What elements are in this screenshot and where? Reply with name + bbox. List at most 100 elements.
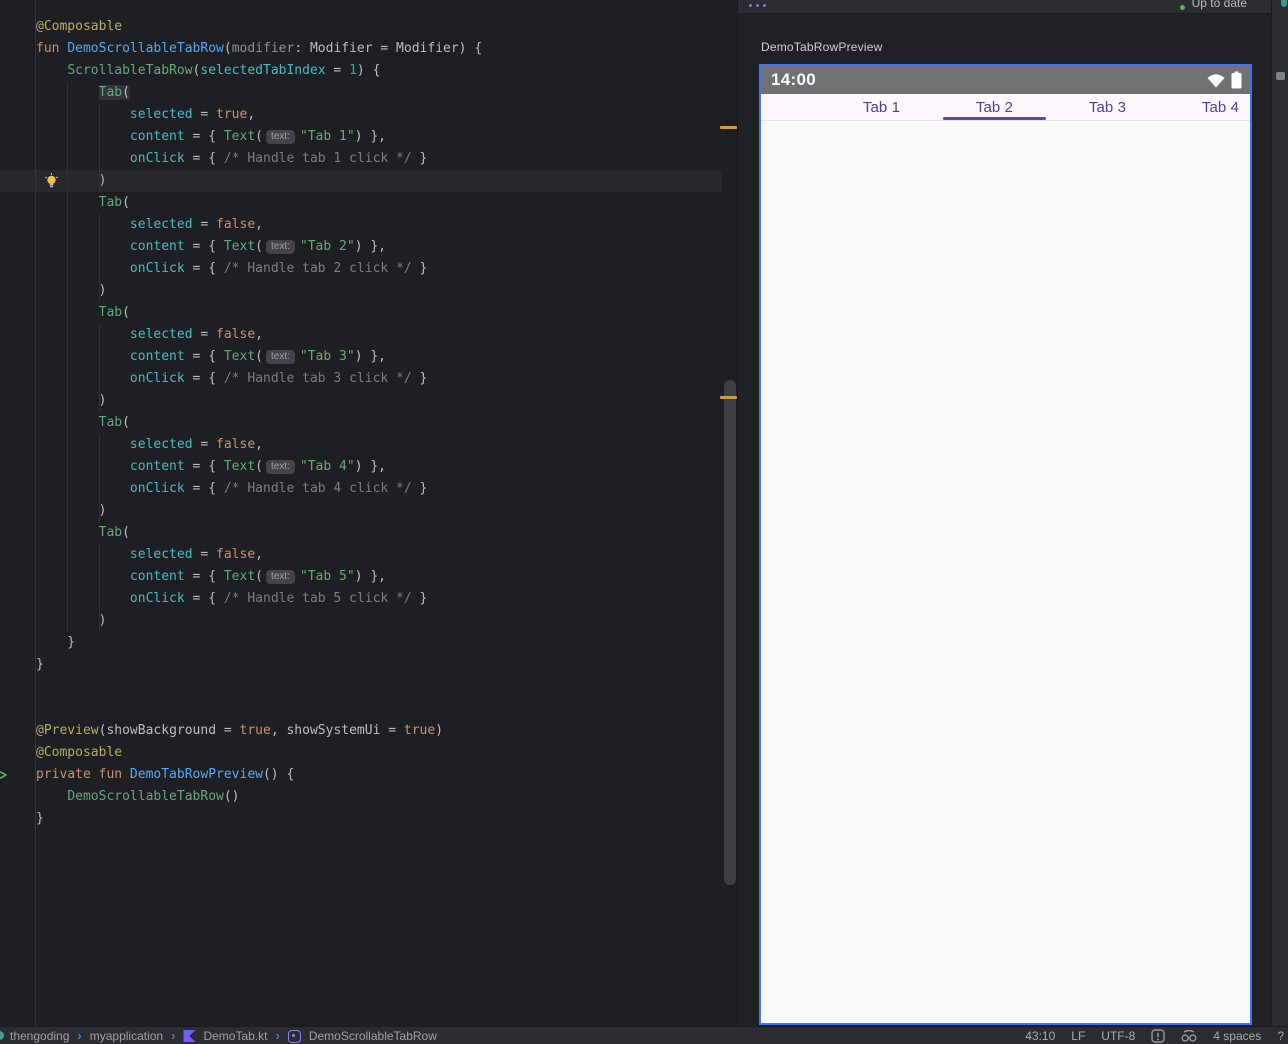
code-token: = { — [185, 569, 224, 584]
code-line[interactable]: content = { Text(text:"Tab 1") }, — [36, 126, 482, 148]
code-token: ( — [122, 195, 130, 210]
code-line[interactable]: ) — [36, 280, 482, 302]
code-line[interactable]: } — [36, 808, 482, 830]
code-token — [36, 371, 130, 386]
cut-status-widget[interactable]: ? — [1277, 1029, 1284, 1043]
code-token: = — [193, 327, 216, 342]
intention-lightbulb-icon[interactable] — [44, 173, 59, 189]
code-token — [36, 591, 130, 606]
code-line[interactable]: @Preview(showBackground = true, showSyst… — [36, 720, 482, 742]
breadcrumb-module[interactable]: myapplication — [90, 1029, 163, 1043]
code-line[interactable]: Tab( — [36, 302, 482, 324]
code-editor[interactable]: @Composablefun DemoScrollableTabRow(modi… — [0, 0, 737, 1026]
chevron-right-icon: › — [77, 1031, 81, 1041]
inlay-hint: text: — [266, 240, 295, 254]
code-line[interactable]: onClick = { /* Handle tab 3 click */ } — [36, 368, 482, 390]
code-token: , — [255, 327, 263, 342]
preview-name-label[interactable]: DemoTabRowPreview — [761, 40, 882, 54]
code-line[interactable]: @Composable — [36, 16, 482, 38]
code-line[interactable]: @Composable — [36, 742, 482, 764]
code-line[interactable]: } — [36, 632, 482, 654]
code-token: (showBackground = — [99, 723, 240, 738]
code-token: } — [412, 481, 428, 496]
code-line[interactable]: selected = true, — [36, 104, 482, 126]
code-line[interactable]: onClick = { /* Handle tab 4 click */ } — [36, 478, 482, 500]
code-line[interactable]: selected = false, — [36, 544, 482, 566]
code-line[interactable]: Tab( — [36, 82, 482, 104]
code-line[interactable]: ) — [36, 610, 482, 632]
cut-toolbar-icon — [1281, 0, 1287, 7]
code-line[interactable] — [36, 676, 482, 698]
code-token: Text — [224, 129, 255, 144]
code-token: private fun — [36, 767, 130, 782]
tool-window-stripe — [1271, 0, 1288, 1026]
code-token: /* Handle tab 5 click */ — [224, 591, 412, 606]
chevron-right-icon: › — [171, 1031, 175, 1041]
code-line[interactable]: content = { Text(text:"Tab 5") }, — [36, 566, 482, 588]
code-line[interactable]: content = { Text(text:"Tab 4") }, — [36, 456, 482, 478]
breadcrumb-file[interactable]: DemoTab.kt — [203, 1029, 267, 1043]
inspections-widget-icon[interactable] — [1181, 1030, 1197, 1043]
code-line[interactable]: fun DemoScrollableTabRow(modifier: Modif… — [36, 38, 482, 60]
code-token: ) — [36, 503, 106, 518]
encoding-widget[interactable]: UTF-8 — [1101, 1029, 1135, 1043]
code-line[interactable]: Tab( — [36, 412, 482, 434]
preview-tab-label: Tab 4 — [1202, 99, 1239, 116]
tool-window-stripe-icon[interactable] — [1276, 72, 1285, 80]
code-line[interactable] — [36, 698, 482, 720]
caret-position-widget[interactable]: 43:10 — [1025, 1029, 1055, 1043]
code-line[interactable]: } — [36, 654, 482, 676]
code-line[interactable]: ) — [36, 390, 482, 412]
code-line[interactable]: ) — [36, 170, 482, 192]
code-token: } — [412, 371, 428, 386]
breadcrumb-function[interactable]: DemoScrollableTabRow — [309, 1029, 437, 1043]
preview-tab: Tab 1 — [825, 94, 938, 120]
code-token: onClick — [130, 261, 185, 276]
code-token: false — [216, 217, 255, 232]
line-separator-widget[interactable]: LF — [1071, 1029, 1085, 1043]
code-token: Text — [224, 239, 255, 254]
code-line[interactable]: Tab( — [36, 522, 482, 544]
build-status[interactable]: Up to date — [1180, 0, 1247, 13]
preview-tab-label: Tab 3 — [1089, 99, 1126, 116]
code-token — [36, 789, 67, 804]
status-bar: thengoding › myapplication › DemoTab.kt … — [0, 1026, 1288, 1044]
battery-icon — [1231, 71, 1242, 89]
code-token: = { — [185, 151, 224, 166]
code-line[interactable]: onClick = { /* Handle tab 5 click */ } — [36, 588, 482, 610]
code-token: content — [130, 349, 185, 364]
code-token — [36, 217, 130, 232]
indent-widget[interactable]: 4 spaces — [1213, 1029, 1261, 1043]
code-line[interactable]: content = { Text(text:"Tab 3") }, — [36, 346, 482, 368]
code-line[interactable]: ) — [36, 500, 482, 522]
inlay-hint: text: — [266, 350, 295, 364]
code-text[interactable]: @Composablefun DemoScrollableTabRow(modi… — [36, 16, 482, 830]
editor-scrollbar[interactable] — [724, 380, 736, 885]
code-token: /* Handle tab 4 click */ — [224, 481, 412, 496]
code-line[interactable]: selected = false, — [36, 324, 482, 346]
code-line[interactable]: DemoScrollableTabRow() — [36, 786, 482, 808]
error-stripe-mark[interactable] — [720, 396, 737, 399]
code-token: false — [216, 437, 255, 452]
code-token: } — [36, 635, 75, 650]
code-token — [36, 327, 130, 342]
error-stripe-mark[interactable] — [720, 126, 737, 129]
problems-widget-icon[interactable] — [1151, 1029, 1165, 1043]
code-token: = { — [185, 129, 224, 144]
run-preview-gutter-icon[interactable] — [0, 767, 8, 783]
code-line[interactable]: content = { Text(text:"Tab 2") }, — [36, 236, 482, 258]
code-line[interactable]: ScrollableTabRow(selectedTabIndex = 1) { — [36, 60, 482, 82]
code-line[interactable]: onClick = { /* Handle tab 1 click */ } — [36, 148, 482, 170]
code-token: selected — [130, 327, 193, 342]
code-line[interactable]: private fun DemoTabRowPreview() { — [36, 764, 482, 786]
code-token: ) — [36, 393, 106, 408]
kotlin-file-icon — [183, 1030, 195, 1042]
grid-layout-icon[interactable] — [749, 0, 771, 8]
code-token: "Tab 4" — [300, 459, 355, 474]
code-token: ( — [122, 415, 130, 430]
code-line[interactable]: onClick = { /* Handle tab 2 click */ } — [36, 258, 482, 280]
breadcrumb-package[interactable]: thengoding — [10, 1029, 69, 1043]
code-line[interactable]: selected = false, — [36, 434, 482, 456]
code-line[interactable]: Tab( — [36, 192, 482, 214]
code-line[interactable]: selected = false, — [36, 214, 482, 236]
